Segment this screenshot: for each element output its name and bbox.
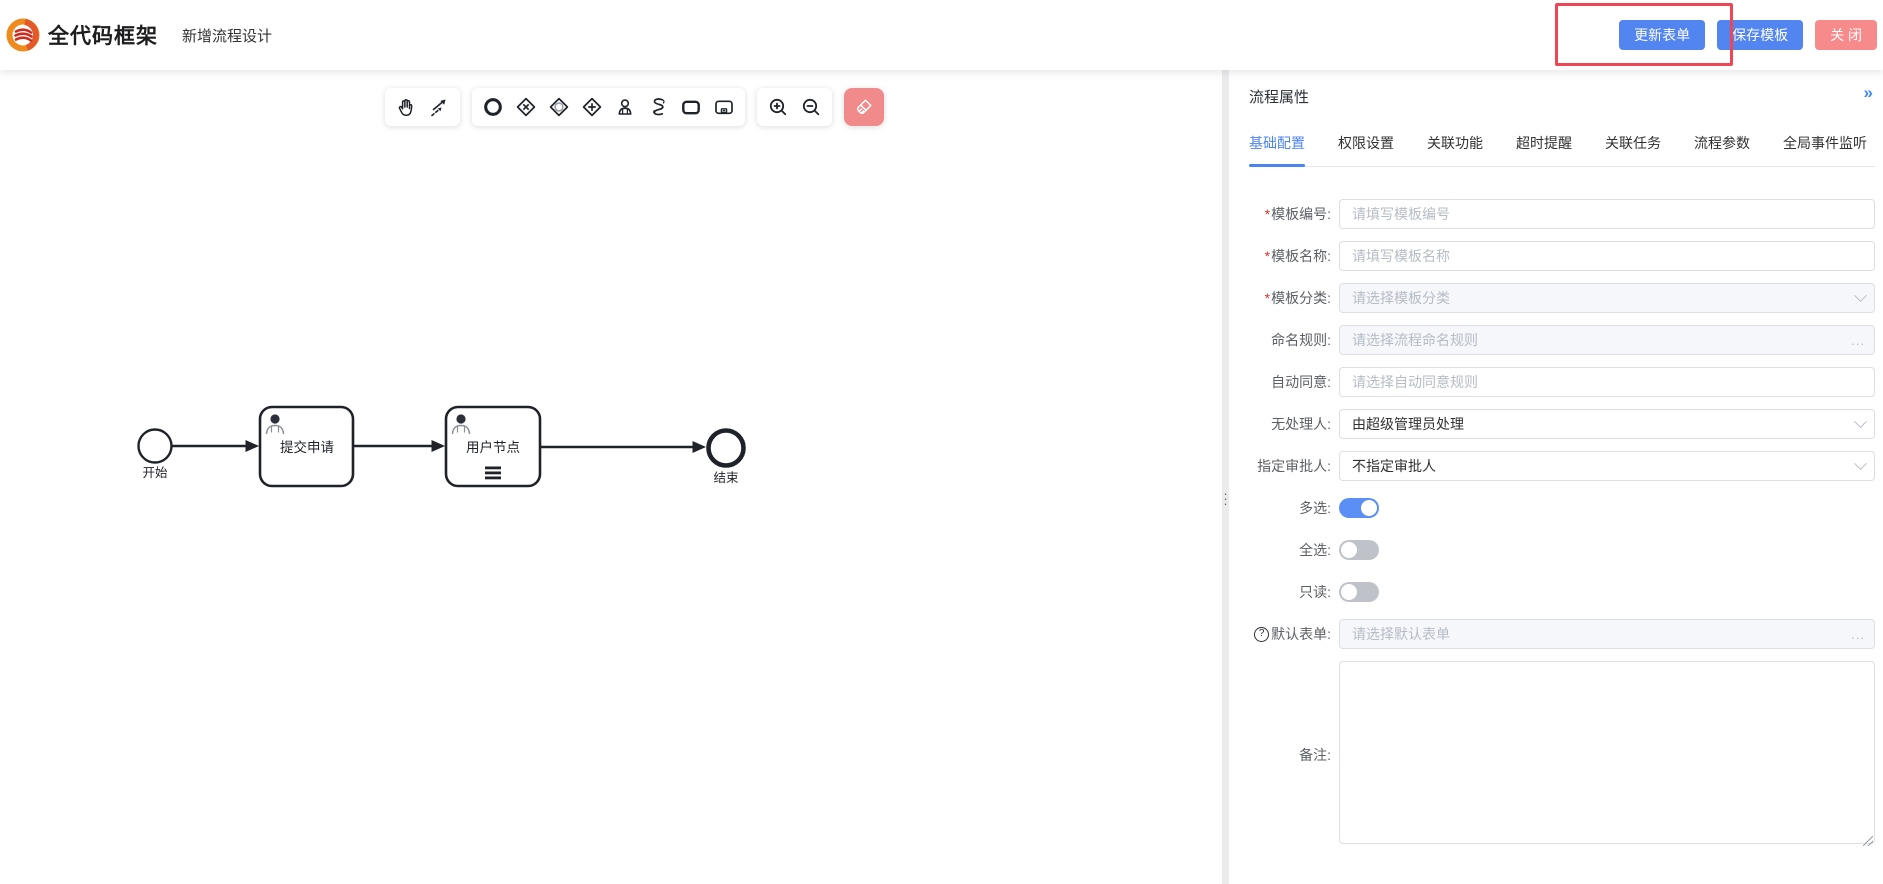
multi-instance-marker-icon — [485, 467, 501, 480]
end-event-node[interactable] — [709, 431, 744, 466]
template-category-select[interactable] — [1339, 283, 1875, 313]
field-label: 无处理人: — [1249, 409, 1339, 439]
assigned-approver-select[interactable] — [1339, 451, 1875, 481]
field-label: *模板编号: — [1249, 199, 1339, 229]
field-label: 命名规则: — [1249, 325, 1339, 355]
tab-related-functions[interactable]: 关联功能 — [1427, 133, 1483, 166]
tab-related-tasks[interactable]: 关联任务 — [1605, 133, 1661, 166]
brand-logo-icon — [4, 15, 44, 55]
chevron-down-icon — [1854, 415, 1867, 428]
chevron-down-icon — [1854, 289, 1867, 302]
save-template-button[interactable]: 保存模板 — [1717, 20, 1803, 50]
task-icon[interactable] — [677, 93, 705, 121]
zoom-in-icon[interactable] — [764, 93, 792, 121]
tab-basic-config[interactable]: 基础配置 — [1249, 133, 1305, 166]
panel-resize-divider[interactable]: ... — [1222, 70, 1229, 884]
basic-config-form: *模板编号: *模板名称: *模板分类: 命名规则: ... 自动同意: — [1249, 199, 1875, 849]
close-button[interactable]: 关 闭 — [1815, 20, 1877, 50]
bpmn-diagram: 开始 提交申请 用户节点 结束 — [0, 70, 1222, 884]
auto-agree-input[interactable] — [1339, 367, 1875, 397]
ellipsis-icon: ... — [1851, 333, 1865, 348]
template-name-input[interactable] — [1339, 241, 1875, 271]
bpmn-canvas[interactable]: 开始 提交申请 用户节点 结束 — [0, 70, 1222, 884]
collapse-panel-icon[interactable]: » — [1864, 86, 1875, 100]
process-properties-panel: 流程属性 » 基础配置 权限设置 关联功能 超时提醒 关联任务 流程参数 全局事… — [1229, 70, 1883, 884]
start-event-label: 开始 — [142, 466, 168, 480]
help-question-icon[interactable]: ? — [1254, 627, 1269, 642]
clear-canvas-brush-icon[interactable] — [844, 88, 884, 126]
hand-tool-icon[interactable] — [392, 93, 420, 121]
multi-select-toggle[interactable] — [1339, 498, 1379, 518]
toolbar-group-nodes — [472, 88, 745, 126]
field-label: 指定审批人: — [1249, 451, 1339, 481]
field-label: 只读: — [1249, 577, 1339, 607]
panel-tabs: 基础配置 权限设置 关联功能 超时提醒 关联任务 流程参数 全局事件监听 — [1249, 133, 1875, 167]
tab-permission-settings[interactable]: 权限设置 — [1338, 133, 1394, 166]
field-label: *模板分类: — [1249, 283, 1339, 313]
tab-process-params[interactable]: 流程参数 — [1694, 133, 1750, 166]
exclusive-gateway-icon[interactable] — [512, 93, 540, 121]
script-task-icon[interactable] — [644, 93, 672, 121]
chevron-down-icon — [1854, 457, 1867, 470]
user-task-icon[interactable] — [611, 93, 639, 121]
start-event-icon[interactable] — [479, 93, 507, 121]
update-form-button[interactable]: 更新表单 — [1619, 20, 1705, 50]
field-label: 自动同意: — [1249, 367, 1339, 397]
canvas-toolbar — [385, 88, 884, 126]
template-code-input[interactable] — [1339, 199, 1875, 229]
start-event-node[interactable] — [139, 430, 172, 463]
field-label: 全选: — [1249, 535, 1339, 565]
toolbar-group-tools — [385, 88, 460, 126]
toolbar-group-zoom — [757, 88, 832, 126]
zoom-out-icon[interactable] — [797, 93, 825, 121]
inclusive-gateway-icon[interactable] — [545, 93, 573, 121]
ellipsis-icon: ... — [1851, 627, 1865, 642]
remark-textarea[interactable] — [1339, 661, 1875, 844]
field-label: 备注: — [1249, 740, 1339, 770]
select-all-toggle[interactable] — [1339, 540, 1379, 560]
naming-rule-picker[interactable] — [1339, 325, 1875, 355]
no-handler-select[interactable] — [1339, 409, 1875, 439]
app-header: 全代码框架 新增流程设计 更新表单 保存模板 关 闭 — [0, 0, 1883, 70]
connect-tool-icon[interactable] — [425, 93, 453, 121]
task1-label: 提交申请 — [280, 439, 334, 455]
subprocess-icon[interactable] — [710, 93, 738, 121]
tab-timeout-reminder[interactable]: 超时提醒 — [1516, 133, 1572, 166]
field-label: ? 默认表单: — [1249, 619, 1339, 649]
default-form-picker[interactable] — [1339, 619, 1875, 649]
tab-global-event-listener[interactable]: 全局事件监听 — [1783, 133, 1867, 166]
page-title: 新增流程设计 — [182, 25, 272, 46]
field-label: *模板名称: — [1249, 241, 1339, 271]
end-event-label: 结束 — [713, 471, 739, 485]
divider-drag-handle-icon[interactable]: ... — [1222, 488, 1229, 503]
brand-name: 全代码框架 — [48, 20, 158, 50]
read-only-toggle[interactable] — [1339, 582, 1379, 602]
field-label: 多选: — [1249, 493, 1339, 523]
parallel-gateway-icon[interactable] — [578, 93, 606, 121]
panel-title: 流程属性 — [1249, 86, 1309, 107]
task2-label: 用户节点 — [466, 439, 520, 455]
